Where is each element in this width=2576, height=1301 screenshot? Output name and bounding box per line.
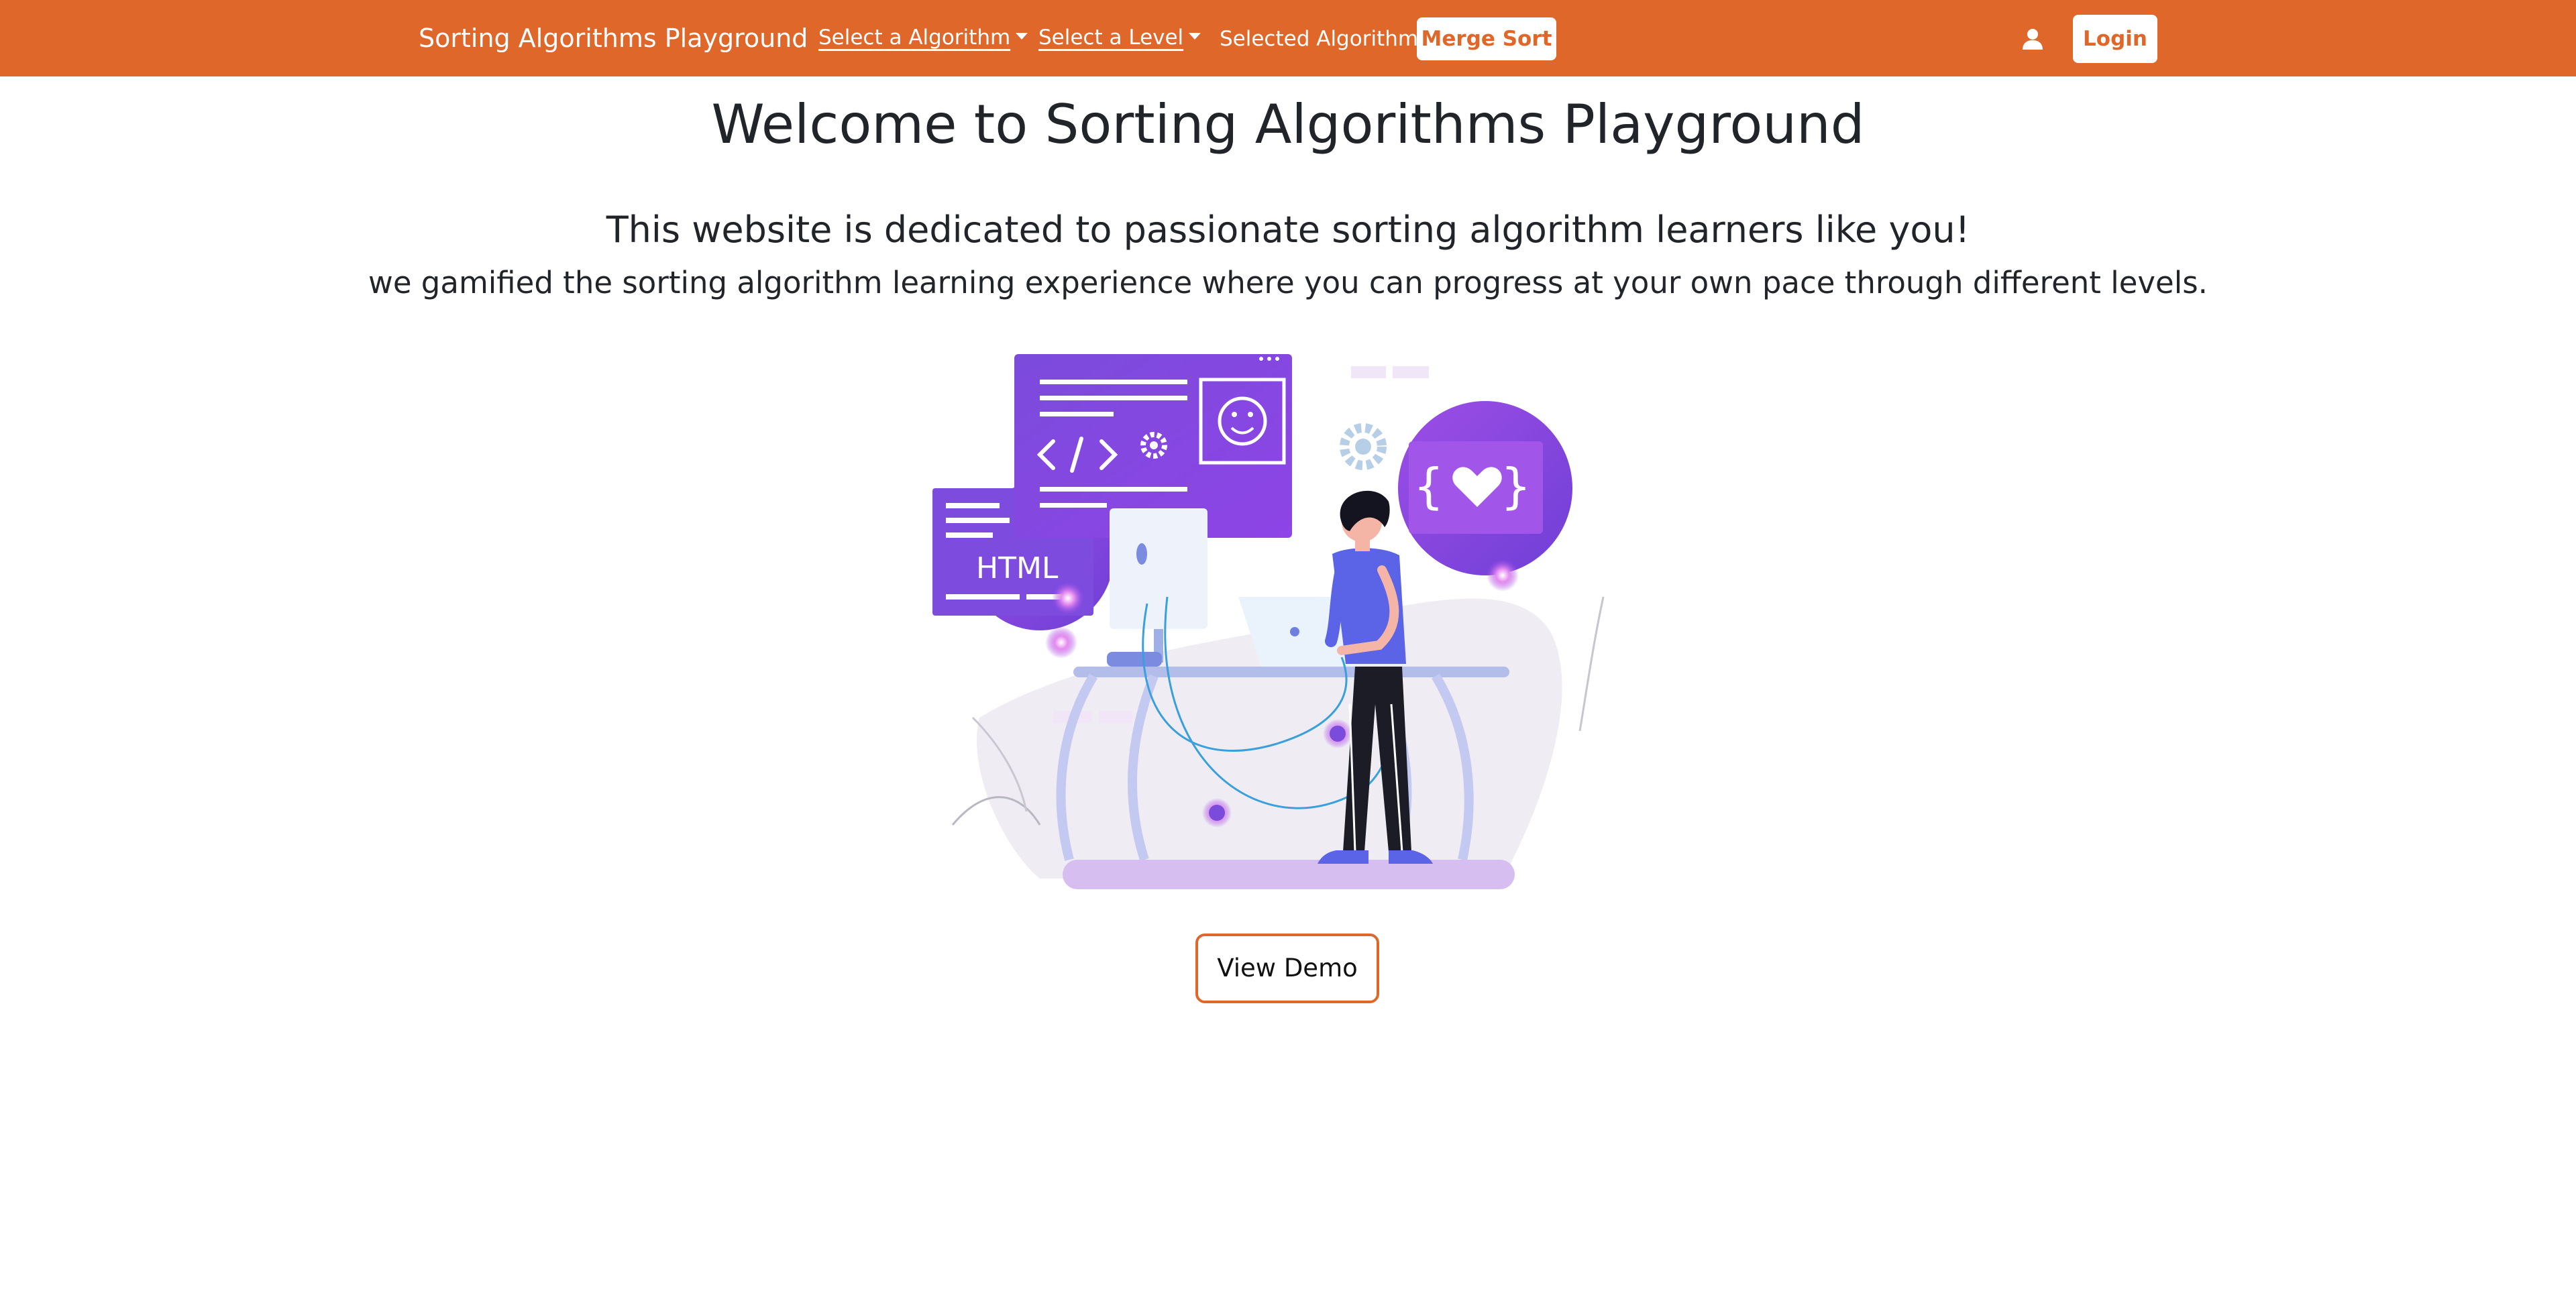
navbar-brand[interactable]: Sorting Algorithms Playground [419,20,808,56]
developer-illustration: HTML { } [932,354,1605,889]
desktop-monitor [1110,508,1208,629]
caret-down-icon [1189,33,1201,40]
selected-algorithm-label: Selected Algorithm: [1220,27,1426,51]
navbar: Sorting Algorithms Playground Select a A… [0,0,2576,76]
selected-algorithm-badge: Merge Sort [1417,17,1556,60]
login-button[interactable]: Login [2073,15,2157,63]
html-label: HTML [976,551,1059,585]
user-icon[interactable] [2021,27,2045,51]
floor-base [1063,860,1515,889]
level-dropdown-label[interactable]: Select a Level [1038,25,1183,50]
algorithm-dropdown[interactable]: Select a Algorithm [818,23,1028,52]
svg-text:{: { [1414,458,1443,514]
algorithm-dropdown-label[interactable]: Select a Algorithm [818,25,1010,50]
caret-down-icon [1016,33,1028,40]
level-dropdown[interactable]: Select a Level [1038,23,1201,52]
page-subtitle: This website is dedicated to passionate … [606,209,1970,251]
view-demo-button[interactable]: View Demo [1195,934,1379,1003]
svg-text:}: } [1501,458,1530,514]
desk-top [1073,667,1509,677]
page-description: we gamified the sorting algorithm learni… [368,265,2208,300]
page-title: Welcome to Sorting Algorithms Playground [711,93,1865,156]
